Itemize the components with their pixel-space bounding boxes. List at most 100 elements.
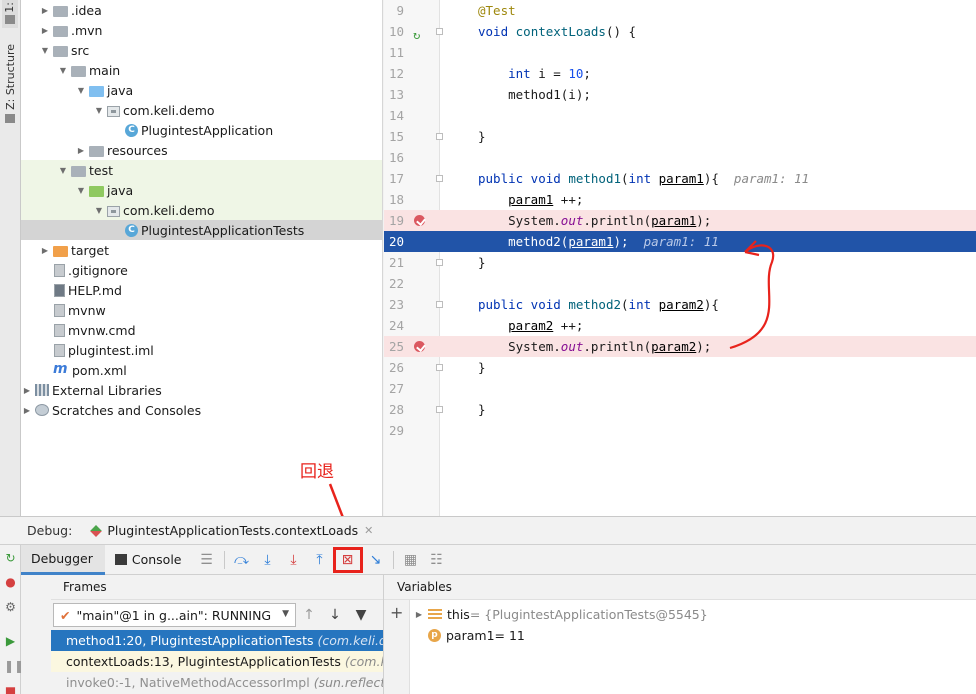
expand-arrow-icon[interactable]: ▼: [93, 206, 105, 215]
filter-icon[interactable]: ▼: [348, 607, 374, 623]
code-line[interactable]: 9 @Test: [384, 0, 976, 21]
tree-item[interactable]: mvnw.cmd: [21, 320, 382, 340]
tree-item[interactable]: ▶ target: [21, 240, 382, 260]
toolbar-separator: [223, 550, 225, 569]
pause-program-icon[interactable]: ❚❚: [4, 660, 24, 673]
resume-program-icon[interactable]: ▶: [4, 635, 17, 648]
code-editor[interactable]: 9 @Test 10 ↻ void contextLoads() {11 12 int i…: [384, 0, 976, 516]
expand-arrow-icon[interactable]: ▼: [39, 46, 51, 55]
tree-item[interactable]: ▶ .idea: [21, 0, 382, 20]
tree-item[interactable]: ▶ .mvn: [21, 20, 382, 40]
tree-item[interactable]: plugintest.iml: [21, 340, 382, 360]
stop-icon[interactable]: ■: [4, 685, 17, 694]
tree-item[interactable]: ▼ java: [21, 80, 382, 100]
fold-marker-icon[interactable]: [436, 301, 443, 308]
structure-tool-tab[interactable]: Z: Structure: [0, 44, 20, 126]
tree-item[interactable]: ▼ main: [21, 60, 382, 80]
tree-item[interactable]: ▶ resources: [21, 140, 382, 160]
code-line[interactable]: 16: [384, 147, 976, 168]
code-line[interactable]: 14: [384, 105, 976, 126]
expand-arrow-icon[interactable]: ▼: [75, 86, 87, 95]
breakpoint-icon[interactable]: [414, 341, 425, 352]
stop-rerun-icon[interactable]: ●: [4, 576, 17, 589]
tree-item[interactable]: ▼ test: [21, 160, 382, 180]
tree-item[interactable]: mvnw: [21, 300, 382, 320]
close-session-icon[interactable]: ✕: [364, 524, 373, 537]
evaluate-expression-icon[interactable]: ▦: [398, 549, 424, 571]
collapse-arrow-icon[interactable]: ▶: [39, 6, 51, 15]
file-icon: [54, 303, 65, 317]
code-line[interactable]: 24 param2 ++;: [384, 315, 976, 336]
thread-selector[interactable]: ✔ "main"@1 in g...ain": RUNNING ▼: [53, 603, 296, 627]
tree-item[interactable]: C PlugintestApplicationTests: [21, 220, 382, 240]
code-line[interactable]: 21}: [384, 252, 976, 273]
code-line[interactable]: 23 public void method2(int param2){: [384, 294, 976, 315]
collapse-arrow-icon[interactable]: ▶: [21, 386, 33, 395]
collapse-arrow-icon[interactable]: ▶: [39, 246, 51, 255]
run-to-cursor-icon[interactable]: ↘: [363, 549, 389, 571]
fold-marker-icon[interactable]: [436, 175, 443, 182]
fold-marker-icon[interactable]: [436, 28, 443, 35]
expand-arrow-icon[interactable]: ▼: [57, 66, 69, 75]
fold-marker-icon[interactable]: [436, 133, 443, 140]
code-line[interactable]: 26}: [384, 357, 976, 378]
tree-item[interactable]: .gitignore: [21, 260, 382, 280]
collapse-arrow-icon[interactable]: ▶: [21, 406, 33, 415]
frame-row[interactable]: contextLoads:13, PlugintestApplicationTe…: [51, 651, 383, 672]
frame-down-icon[interactable]: ↓: [322, 607, 348, 623]
layout-menu-icon[interactable]: ☰: [194, 549, 220, 571]
settings-icon[interactable]: ⚙: [4, 601, 17, 614]
frame-method: method1:20, PlugintestApplicationTests: [66, 633, 318, 648]
code-line[interactable]: 25 System.out.println(param2);: [384, 336, 976, 357]
tree-item[interactable]: ▶ External Libraries: [21, 380, 382, 400]
code-line[interactable]: 19 System.out.println(param1);: [384, 210, 976, 231]
step-into-icon[interactable]: ⤓: [255, 549, 281, 571]
code-line[interactable]: 13 method1(i);: [384, 84, 976, 105]
code-line[interactable]: 18 param1 ++;: [384, 189, 976, 210]
expand-arrow-icon[interactable]: ▼: [57, 166, 69, 175]
step-out-icon[interactable]: ⤒: [307, 549, 333, 571]
trace-stream-icon[interactable]: ☷: [424, 549, 450, 571]
tree-item[interactable]: m pom.xml: [21, 360, 382, 380]
tree-item[interactable]: ▼ java: [21, 180, 382, 200]
frame-row[interactable]: invoke0:-1, NativeMethodAccessorImpl (su…: [51, 672, 383, 693]
tab-console[interactable]: Console: [105, 545, 194, 575]
expand-arrow-icon[interactable]: ▼: [75, 186, 87, 195]
variable-row[interactable]: ▶ this = {PlugintestApplicationTests@5545…: [410, 604, 976, 625]
code-line[interactable]: 10 ↻ void contextLoads() {: [384, 21, 976, 42]
fold-marker-icon[interactable]: [436, 259, 443, 266]
expand-arrow-icon[interactable]: ▼: [93, 106, 105, 115]
code-line[interactable]: 12 int i = 10;: [384, 63, 976, 84]
project-tool-tab[interactable]: 1:: [2, 0, 18, 28]
code-line[interactable]: 17 public void method1(int param1){ param…: [384, 168, 976, 189]
tree-item[interactable]: ▼ com.keli.demo: [21, 200, 382, 220]
code-line[interactable]: 11: [384, 42, 976, 63]
step-over-icon[interactable]: ⤼: [229, 549, 255, 571]
code-line[interactable]: 20 method2(param1); param1: 11: [384, 231, 976, 252]
drop-frame-icon[interactable]: ⊠: [332, 546, 363, 573]
collapse-arrow-icon[interactable]: ▶: [75, 146, 87, 155]
debug-session-tab[interactable]: PlugintestApplicationTests.contextLoads …: [90, 523, 373, 538]
code-line[interactable]: 22: [384, 273, 976, 294]
expand-arrow-icon[interactable]: ▶: [410, 610, 428, 619]
tree-item[interactable]: ▶ Scratches and Consoles: [21, 400, 382, 420]
tree-item[interactable]: C PlugintestApplication: [21, 120, 382, 140]
tree-item[interactable]: ▼ src: [21, 40, 382, 60]
frame-up-icon[interactable]: ↑: [296, 607, 322, 623]
tab-debugger[interactable]: Debugger: [21, 544, 105, 575]
fold-marker-icon[interactable]: [436, 364, 443, 371]
tree-item[interactable]: HELP.md: [21, 280, 382, 300]
code-line[interactable]: 27: [384, 378, 976, 399]
variable-row[interactable]: p param1 = 11: [410, 625, 976, 646]
frame-row[interactable]: method1:20, PlugintestApplicationTests (…: [51, 630, 383, 651]
add-watch-icon[interactable]: +: [390, 603, 403, 622]
breakpoint-icon[interactable]: [414, 215, 425, 226]
tree-item[interactable]: ▼ com.keli.demo: [21, 100, 382, 120]
rerun-icon[interactable]: ↻: [4, 552, 17, 565]
code-line[interactable]: 29: [384, 420, 976, 441]
code-line[interactable]: 28}: [384, 399, 976, 420]
force-step-into-icon[interactable]: ⤓: [281, 549, 307, 571]
fold-marker-icon[interactable]: [436, 406, 443, 413]
collapse-arrow-icon[interactable]: ▶: [39, 26, 51, 35]
code-line[interactable]: 15}: [384, 126, 976, 147]
